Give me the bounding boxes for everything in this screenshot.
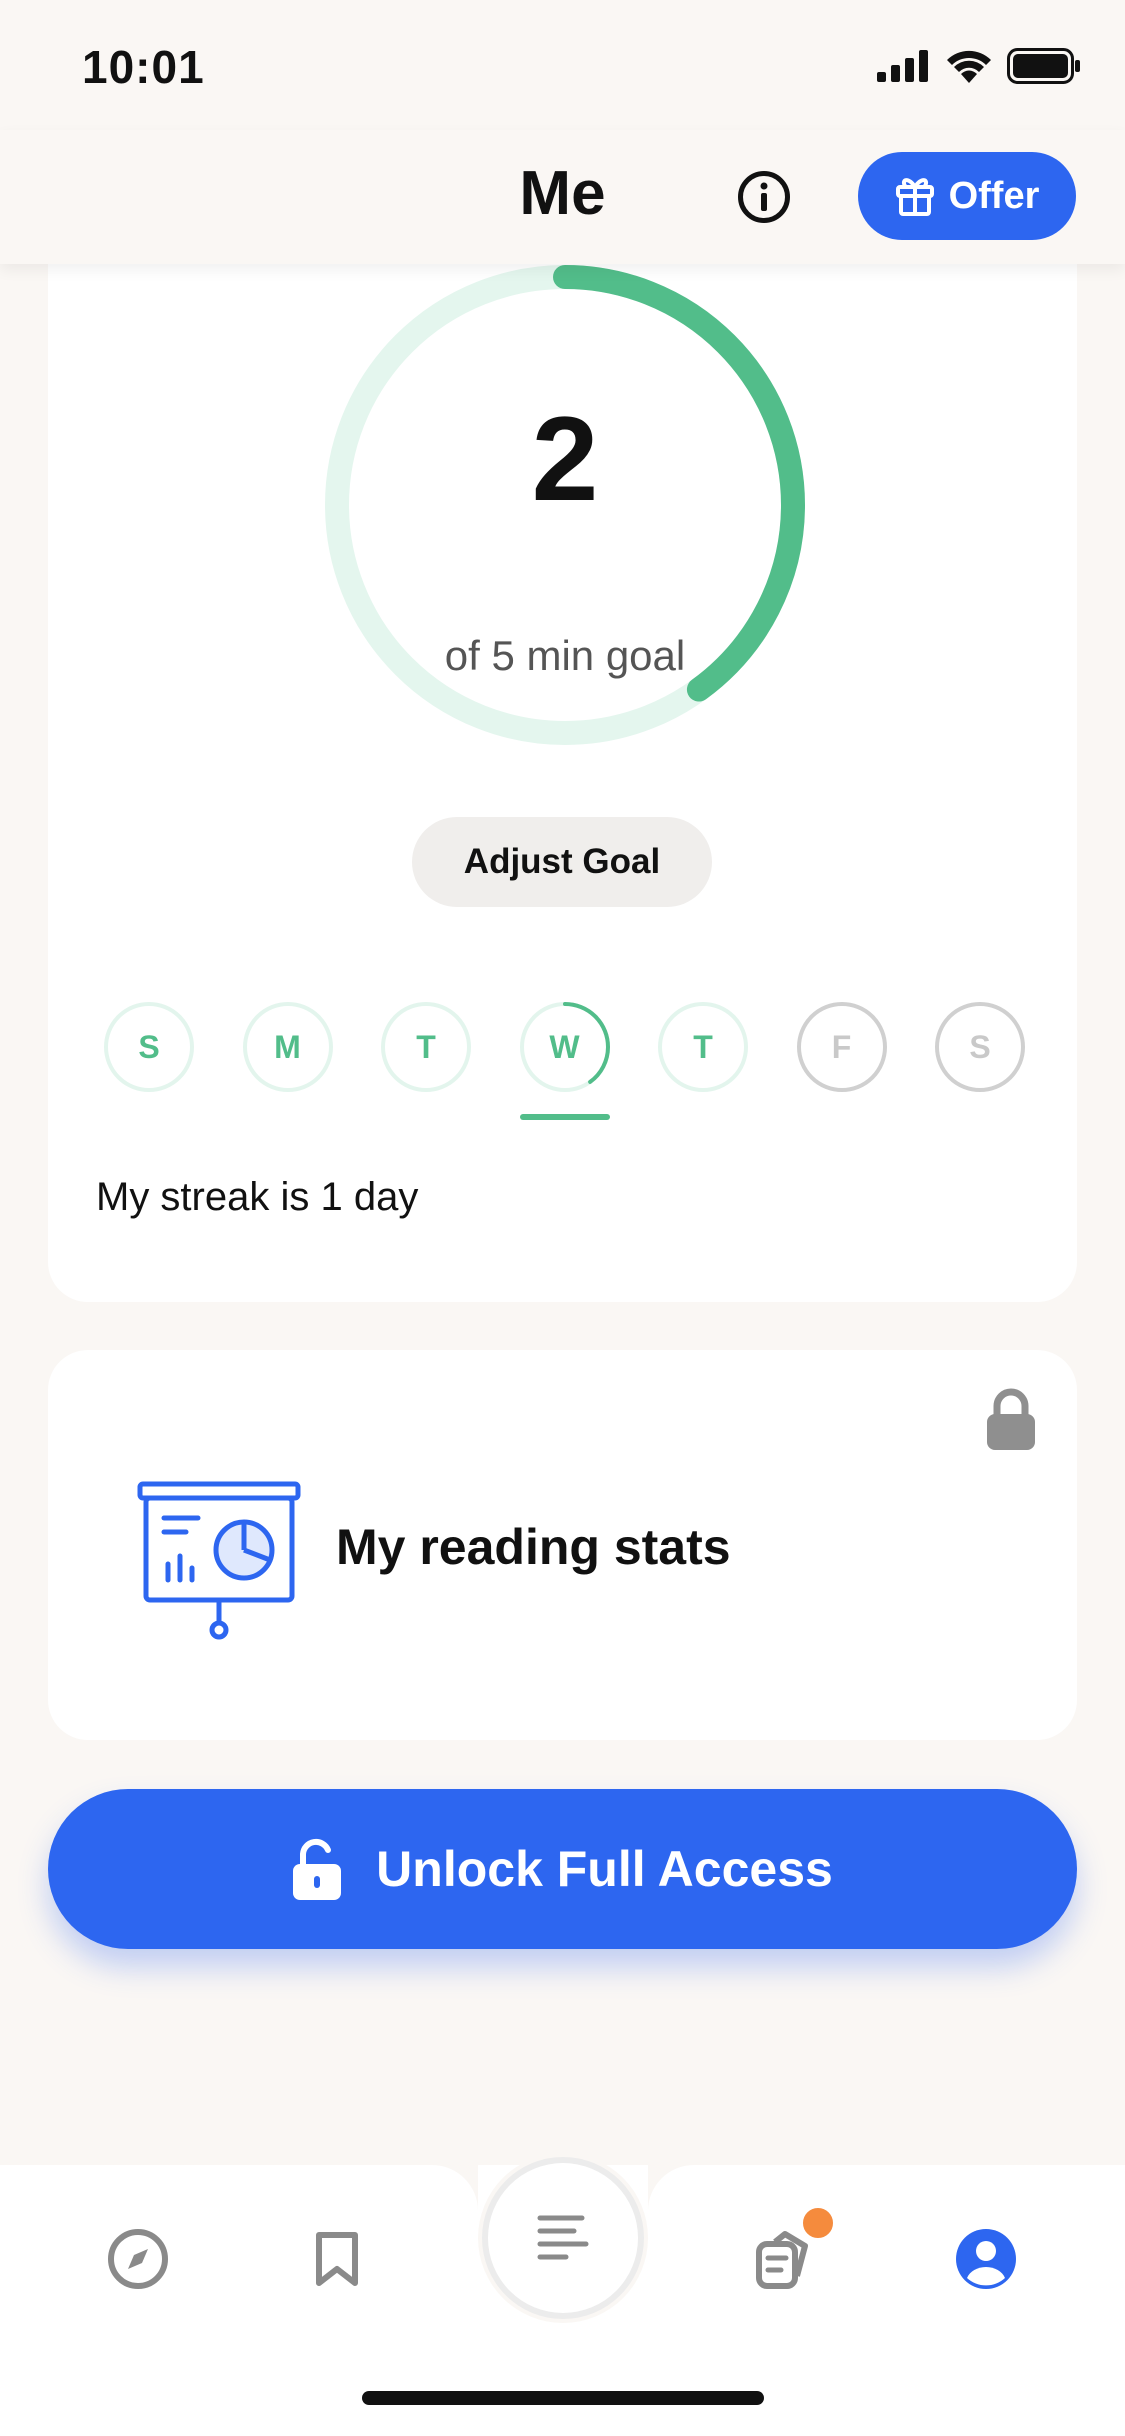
weekday-circle: T xyxy=(381,1002,471,1092)
reader-icon xyxy=(537,2215,589,2260)
info-button[interactable] xyxy=(737,170,791,224)
cellular-signal-icon xyxy=(877,50,928,82)
streak-text: My streak is 1 day xyxy=(96,1175,419,1219)
profile-icon xyxy=(956,2229,1016,2289)
goal-progress-ring: 2 of 5 min goal xyxy=(320,260,810,750)
presentation-chart-icon xyxy=(137,1481,301,1640)
weekday-circle: S xyxy=(104,1002,194,1092)
tab-saved[interactable] xyxy=(297,2219,377,2299)
unlock-full-access-button[interactable]: Unlock Full Access xyxy=(48,1789,1077,1949)
weekday-circle: S xyxy=(935,1002,1025,1092)
status-icons xyxy=(877,48,1081,84)
notification-dot xyxy=(800,2205,836,2241)
adjust-goal-button[interactable]: Adjust Goal xyxy=(412,817,712,907)
compass-icon xyxy=(108,2229,168,2289)
weekday-circle: W xyxy=(519,1002,610,1092)
weekday-label: S xyxy=(969,1028,991,1065)
weekday-label: T xyxy=(416,1028,436,1065)
tab-profile[interactable] xyxy=(946,2219,1026,2299)
tab-explore[interactable] xyxy=(98,2219,178,2299)
gift-icon xyxy=(895,178,934,216)
weekday-circle: T xyxy=(658,1002,748,1092)
offer-label: Offer xyxy=(948,174,1040,217)
weekday-label: W xyxy=(549,1028,580,1065)
weekday-circle: M xyxy=(242,1002,333,1092)
wifi-icon xyxy=(947,50,991,83)
goal-caption: of 5 min goal xyxy=(444,632,686,679)
reading-stats-label: My reading stats xyxy=(336,1519,731,1575)
today-indicator xyxy=(519,1114,610,1120)
weekday-label: F xyxy=(831,1028,852,1065)
minutes-read-value: 2 xyxy=(531,392,599,526)
battery-icon xyxy=(1007,48,1080,84)
unlock-full-access-label: Unlock Full Access xyxy=(376,1841,833,1897)
unlocked-padlock-icon xyxy=(293,1838,342,1900)
offer-button[interactable]: Offer xyxy=(858,152,1076,240)
header-bar: Me Offer xyxy=(0,130,1125,264)
home-indicator xyxy=(362,2391,764,2405)
tab-reader[interactable] xyxy=(488,2163,638,2313)
daily-goal-card: 2 of 5 min goal Adjust Goal S M T W T F S My s… xyxy=(48,200,1077,1302)
bookmark-icon xyxy=(316,2232,358,2286)
weekday-label: T xyxy=(693,1028,713,1065)
status-bar: 10:01 xyxy=(0,0,1125,130)
weekday-label: M xyxy=(274,1028,301,1065)
weekday-label: S xyxy=(138,1028,160,1065)
weekday-tracker: SMTWTFS xyxy=(104,1002,1074,1122)
status-time: 10:01 xyxy=(82,41,205,93)
lock-icon xyxy=(987,1388,1035,1450)
reading-stats-card[interactable]: My reading stats xyxy=(48,1350,1077,1740)
weekday-circle: F xyxy=(796,1002,887,1092)
info-icon xyxy=(738,171,790,223)
